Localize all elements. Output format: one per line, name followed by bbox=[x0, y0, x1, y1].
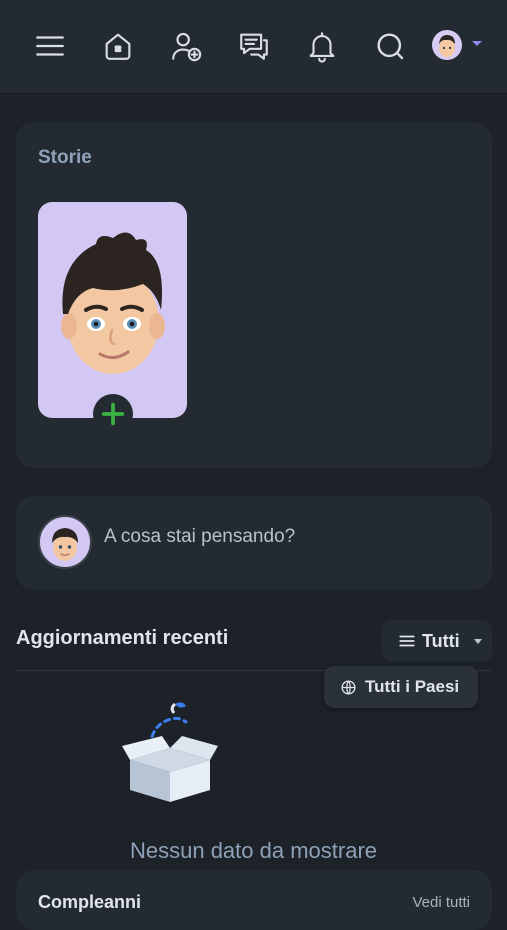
see-all-link[interactable]: Vedi tutti bbox=[412, 894, 470, 911]
add-story-card[interactable] bbox=[38, 202, 187, 434]
country-filter-label: Tutti i Paesi bbox=[365, 677, 460, 696]
composer-placeholder[interactable]: A cosa stai pensando? bbox=[104, 526, 295, 548]
birthdays-title: Compleanni bbox=[38, 892, 142, 912]
empty-box-icon bbox=[122, 702, 218, 802]
top-navigation-bar bbox=[0, 0, 507, 93]
chevron-down-icon bbox=[473, 638, 482, 644]
country-filter-option[interactable]: Tutti i Paesi bbox=[324, 666, 478, 708]
add-friend-icon[interactable] bbox=[166, 26, 206, 66]
profile-caret-icon[interactable] bbox=[472, 41, 482, 46]
plus-icon bbox=[101, 402, 125, 426]
empty-state-message: Nessun dato da mostrare bbox=[129, 838, 378, 863]
filter-label: Tutti bbox=[422, 630, 460, 651]
globe-icon bbox=[341, 679, 356, 695]
chat-icon[interactable] bbox=[234, 26, 274, 66]
list-icon bbox=[399, 635, 415, 647]
home-icon[interactable] bbox=[98, 26, 138, 66]
add-story-button[interactable] bbox=[93, 394, 133, 434]
updates-title: Aggiornamenti recenti bbox=[16, 627, 229, 649]
composer-avatar bbox=[38, 515, 92, 569]
stories-card: Storie bbox=[16, 122, 492, 468]
memoji-avatar bbox=[61, 232, 165, 374]
search-icon[interactable] bbox=[370, 26, 410, 66]
stories-title: Storie bbox=[38, 147, 92, 168]
filter-dropdown[interactable]: Tutti bbox=[382, 620, 492, 662]
menu-icon[interactable] bbox=[30, 26, 70, 66]
bell-icon[interactable] bbox=[302, 26, 342, 66]
post-composer[interactable]: A cosa stai pensando? bbox=[16, 496, 492, 590]
birthdays-card: Compleanni Vedi tutti bbox=[16, 870, 492, 930]
profile-avatar[interactable] bbox=[432, 30, 462, 60]
